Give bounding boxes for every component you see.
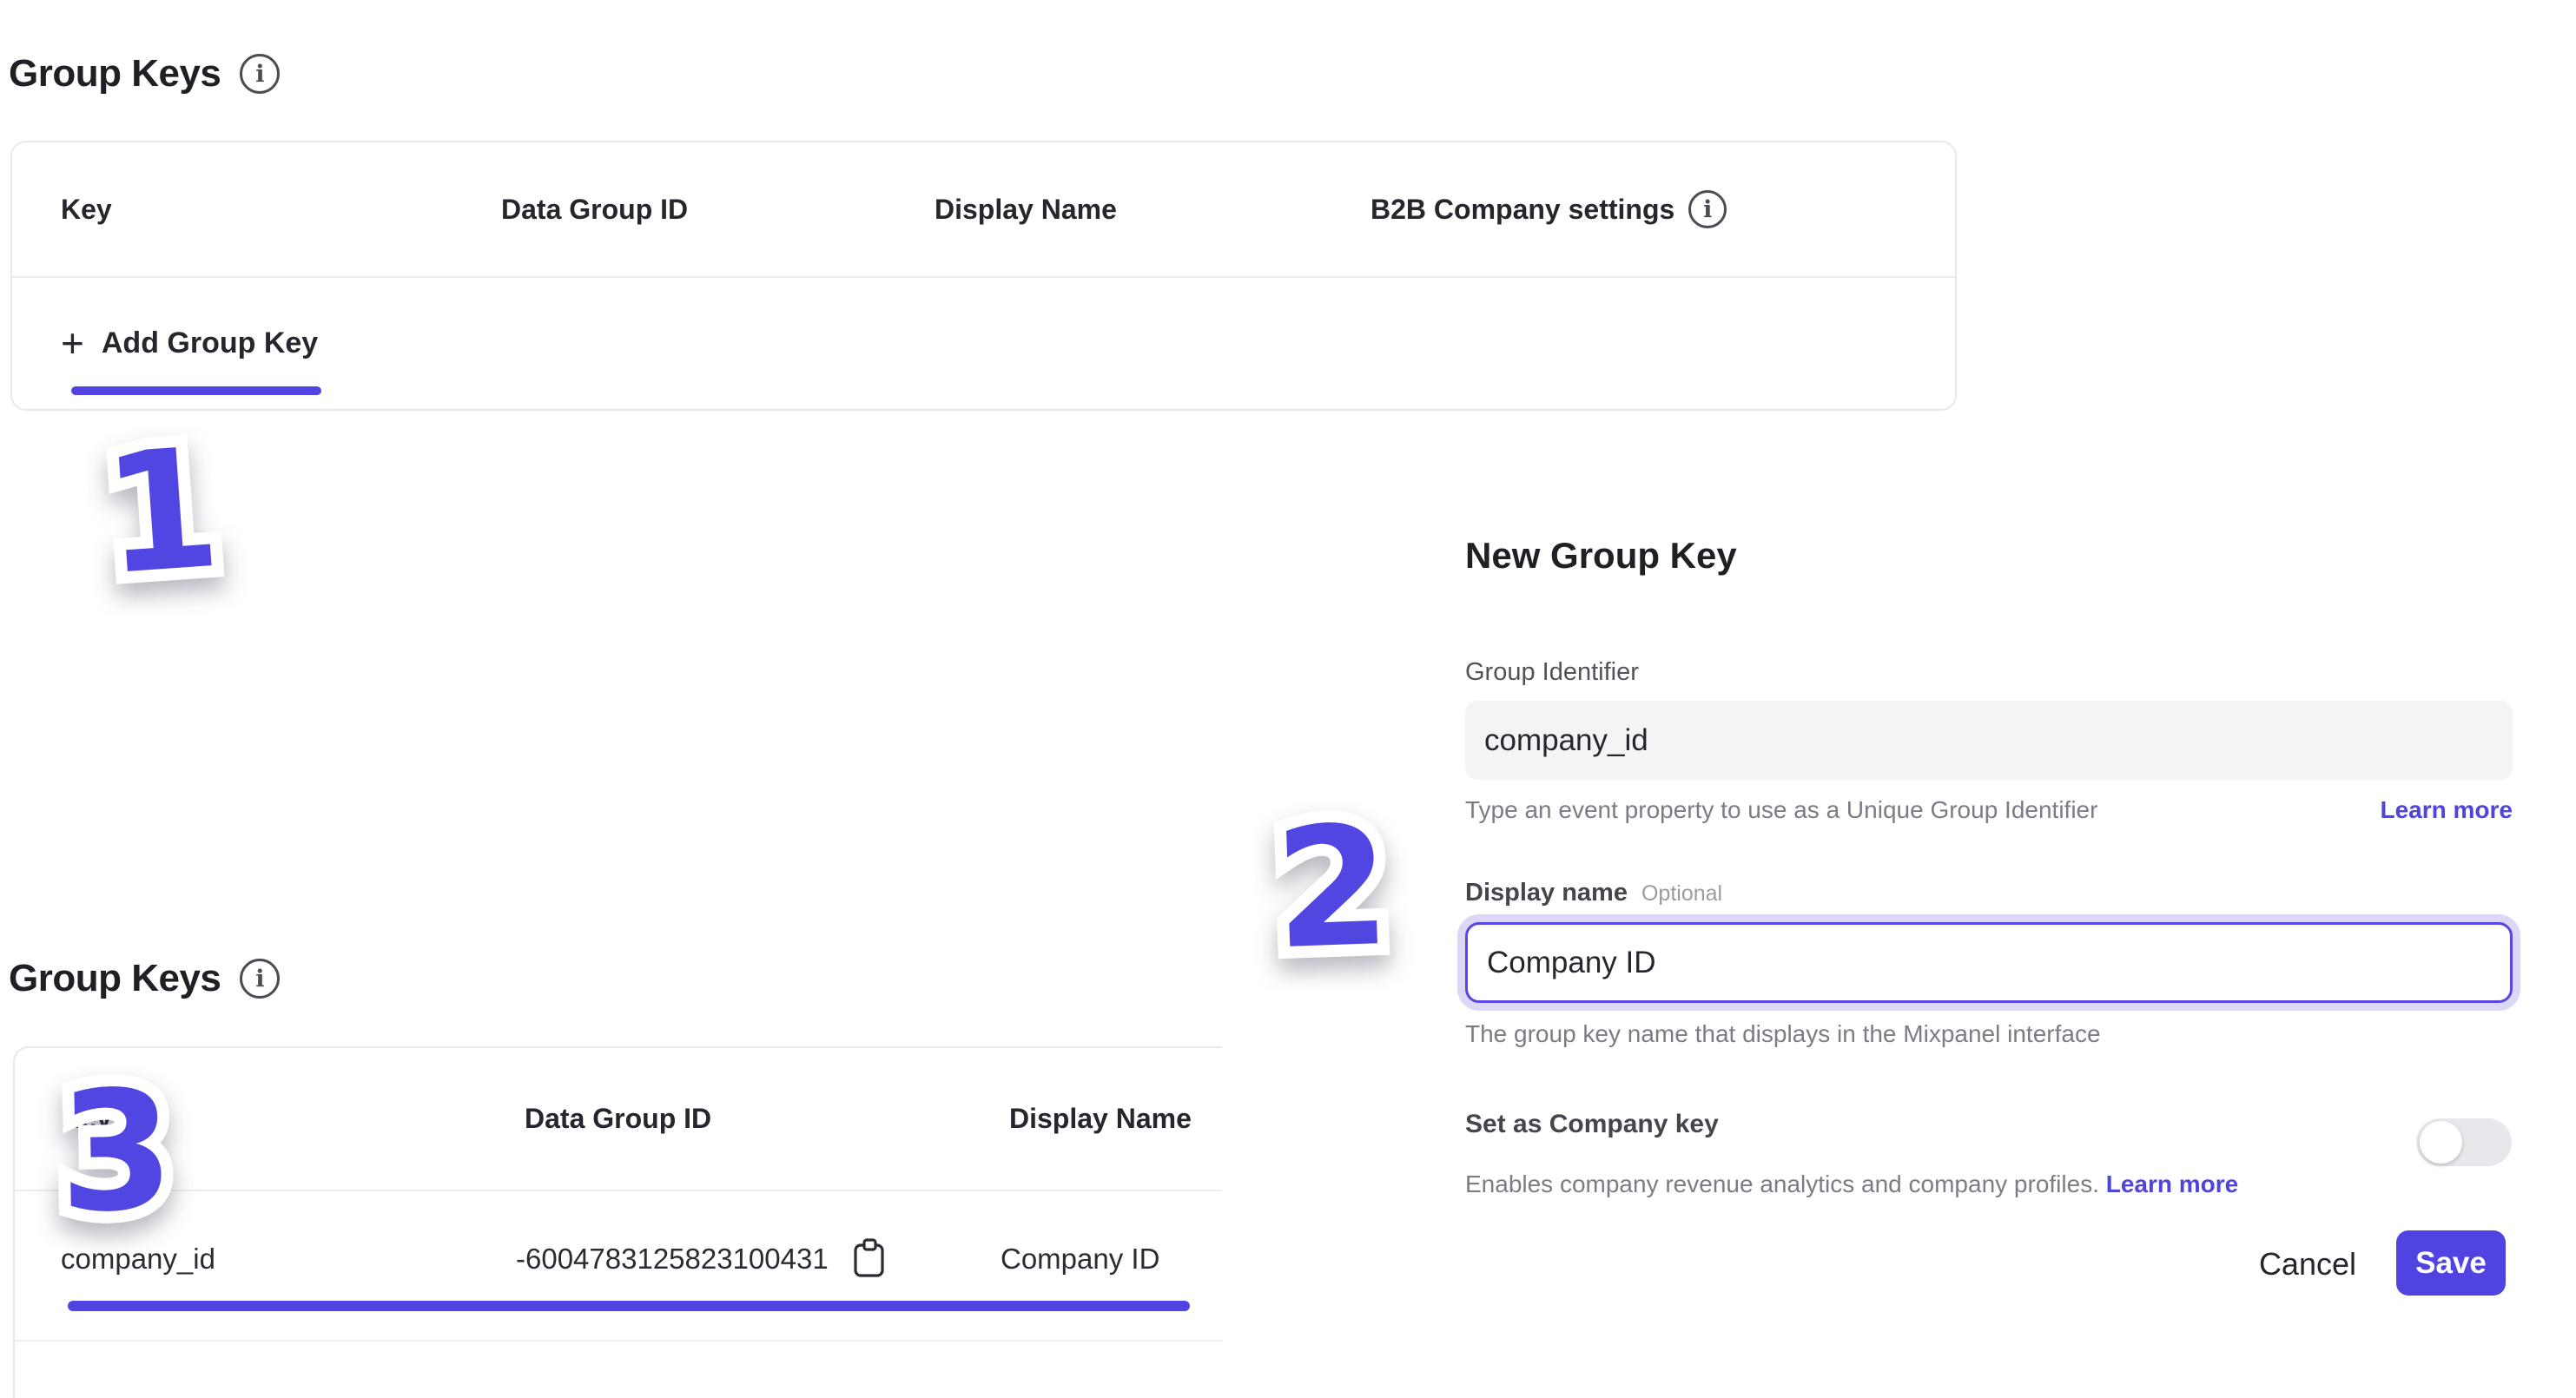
plus-icon: + xyxy=(61,323,84,363)
info-icon[interactable]: i xyxy=(240,959,280,999)
group-identifier-label: Group Identifier xyxy=(1465,658,1639,687)
step-2-badge: 2 2 xyxy=(1272,804,1393,973)
divider xyxy=(15,1340,1222,1342)
step-highlight-underline xyxy=(71,386,321,395)
step-3-number: 3 xyxy=(57,1055,175,1249)
copy-icon[interactable] xyxy=(851,1237,889,1281)
company-key-helper-text: Enables company revenue analytics and co… xyxy=(1465,1170,2238,1198)
learn-more-link[interactable]: Learn more xyxy=(2381,796,2513,824)
group-keys-heading: Group Keys i xyxy=(9,52,280,96)
group-keys-tutorial: Group Keys i Key Data Group ID Display N… xyxy=(0,0,2576,1398)
company-key-toggle[interactable] xyxy=(2416,1118,2512,1166)
step-2-number: 2 xyxy=(1271,790,1393,986)
cancel-button[interactable]: Cancel xyxy=(2259,1246,2356,1283)
group-identifier-helper-row: Type an event property to use as a Uniqu… xyxy=(1465,796,2513,824)
company-key-helper: Enables company revenue analytics and co… xyxy=(1465,1170,2099,1197)
column-header-key: Key xyxy=(61,142,112,276)
column-header-display-name: Display Name xyxy=(935,142,1117,276)
step-highlight-underline xyxy=(68,1301,1190,1311)
column-header-display-name: Display Name xyxy=(1009,1048,1192,1190)
column-header-data-group-id: Data Group ID xyxy=(525,1048,711,1190)
info-icon[interactable]: i xyxy=(1688,190,1727,228)
page-title: Group Keys xyxy=(9,957,221,1000)
learn-more-link[interactable]: Learn more xyxy=(2106,1170,2239,1197)
group-identifier-input[interactable] xyxy=(1465,701,2513,780)
save-button[interactable]: Save xyxy=(2396,1230,2506,1296)
form-title: New Group Key xyxy=(1465,535,1737,577)
group-keys-heading: Group Keys i xyxy=(9,957,280,1000)
column-header-b2b-label: B2B Company settings xyxy=(1371,194,1674,226)
group-keys-table: Key Data Group ID Display Name B2B Compa… xyxy=(10,141,1957,411)
page-title: Group Keys xyxy=(9,52,221,96)
display-name-label: Display name xyxy=(1465,879,1628,907)
info-icon[interactable]: i xyxy=(240,54,280,94)
display-name-helper-text: The group key name that displays in the … xyxy=(1465,1020,2101,1048)
step-1-number: 1 xyxy=(97,412,225,612)
group-identifier-helper-text: Type an event property to use as a Uniqu… xyxy=(1465,796,2097,824)
step-3-badge: 3 3 xyxy=(57,1069,175,1236)
display-name-label-row: Display name Optional xyxy=(1465,879,1722,907)
display-name-optional-tag: Optional xyxy=(1641,881,1722,907)
step-1-badge: 1 1 xyxy=(99,426,225,599)
data-group-id-value: -6004783125823100431 xyxy=(516,1243,829,1276)
add-group-key-label: Add Group Key xyxy=(102,326,318,360)
display-name-input[interactable] xyxy=(1465,922,2513,1003)
column-header-b2b-settings: B2B Company settings i xyxy=(1371,142,1727,276)
group-keys-result-table: Key Data Group ID Display Name company_i… xyxy=(13,1046,1222,1398)
column-header-data-group-id: Data Group ID xyxy=(501,142,688,276)
set-company-key-label: Set as Company key xyxy=(1465,1110,1719,1139)
toggle-knob xyxy=(2420,1121,2462,1164)
